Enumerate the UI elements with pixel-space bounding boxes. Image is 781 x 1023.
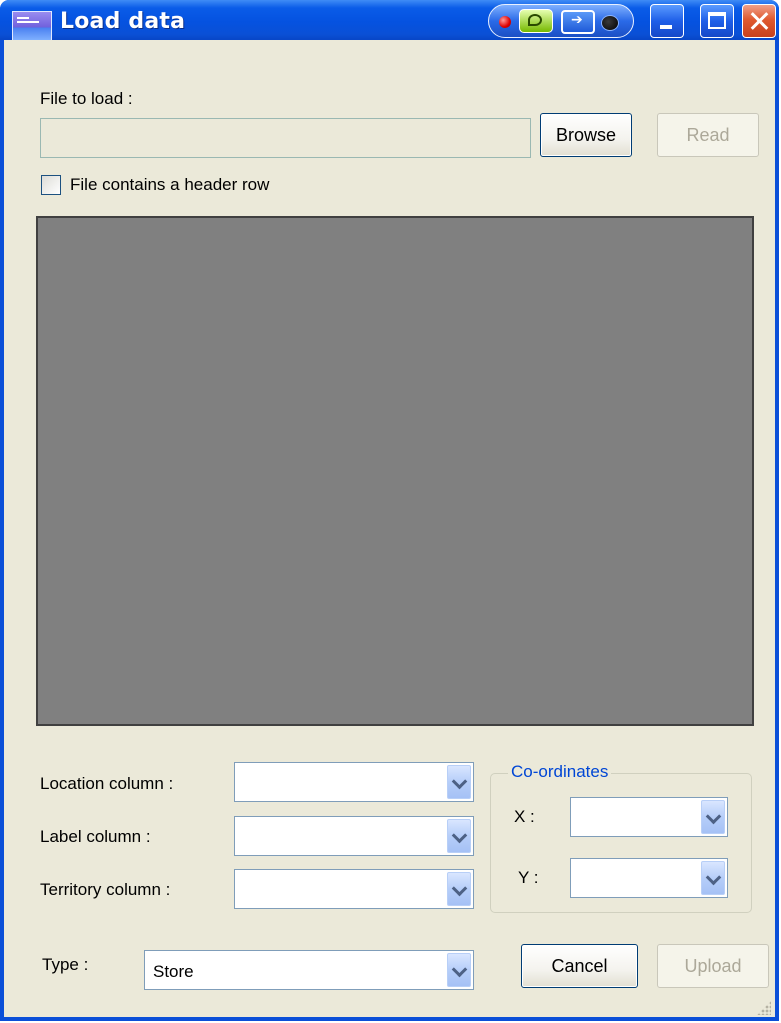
maximize-button[interactable] [700,4,734,38]
chevron-down-icon[interactable] [447,765,471,799]
browse-button[interactable]: Browse [540,113,632,157]
territory-column-select[interactable] [234,869,474,909]
exit-icon[interactable] [561,10,595,34]
file-to-load-label: File to load : [40,89,133,108]
header-row-checkbox-label: File contains a header row [70,175,270,194]
chevron-down-icon[interactable] [447,872,471,906]
chevron-down-icon[interactable] [447,953,471,987]
y-label: Y : [518,868,539,887]
close-button[interactable] [742,4,776,38]
label-column-select[interactable] [234,816,474,856]
header-row-checkbox[interactable] [41,175,61,195]
title-bar[interactable]: Load data [0,0,779,41]
record-icon[interactable] [499,16,511,28]
nvidia-toolbar [488,4,634,38]
cancel-button[interactable]: Cancel [521,944,638,988]
upload-button[interactable]: Upload [657,944,769,988]
window-title: Load data [60,9,186,34]
app-icon[interactable] [12,11,52,41]
data-preview-grid[interactable] [36,216,754,726]
y-coordinate-select[interactable] [570,858,728,898]
file-path-field[interactable] [40,118,531,158]
type-select[interactable]: Store [144,950,474,990]
resize-grip-icon[interactable] [757,1001,771,1015]
load-data-window: Load data File to load : Browse Read Fil… [0,0,779,1021]
location-column-label: Location column : [40,774,174,793]
label-column-label: Label column : [40,827,151,846]
toolbar-dot-icon[interactable] [601,15,619,31]
type-label: Type : [42,955,89,974]
territory-column-label: Territory column : [40,880,171,899]
x-label: X : [514,807,535,826]
coordinates-group-title: Co-ordinates [508,762,612,782]
minimize-button[interactable] [650,4,684,38]
nvidia-icon[interactable] [519,9,553,33]
chevron-down-icon[interactable] [701,800,725,834]
type-value: Store [153,962,194,981]
x-coordinate-select[interactable] [570,797,728,837]
dialog-body: File to load : Browse Read File contains… [4,40,775,1017]
read-button[interactable]: Read [657,113,759,157]
chevron-down-icon[interactable] [447,819,471,853]
location-column-select[interactable] [234,762,474,802]
chevron-down-icon[interactable] [701,861,725,895]
